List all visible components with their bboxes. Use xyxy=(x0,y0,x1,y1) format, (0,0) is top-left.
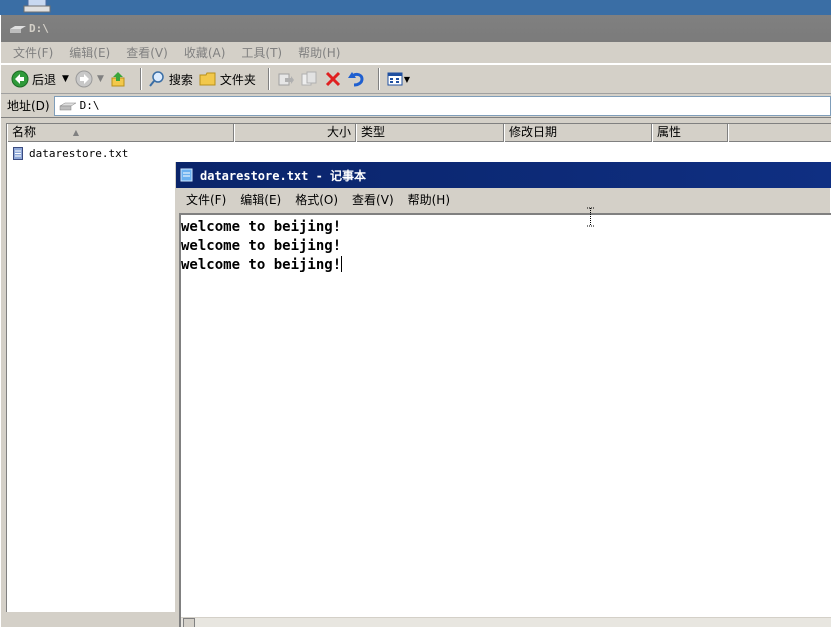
menu-view[interactable]: 查看(V) xyxy=(126,44,168,61)
address-value: D:\ xyxy=(79,99,100,112)
menu-help[interactable]: 帮助(H) xyxy=(298,44,340,61)
copy-to-button[interactable] xyxy=(300,70,318,88)
column-header-type[interactable]: 类型 xyxy=(356,124,504,142)
list-header: 名称 ▲ 大小 类型 修改日期 属性 xyxy=(7,124,831,142)
notepad-title: datarestore.txt - 记事本 xyxy=(200,168,367,183)
menu-file[interactable]: 文件(F) xyxy=(13,44,53,61)
views-button[interactable]: ▼ xyxy=(386,70,410,88)
text-line: welcome to beijing! xyxy=(181,238,342,254)
text-line-last: welcome to beijing! xyxy=(181,256,831,275)
sort-ascending-icon: ▲ xyxy=(72,128,79,137)
views-dropdown-icon[interactable]: ▼ xyxy=(404,75,410,84)
move-to-icon xyxy=(278,73,294,86)
move-to-button[interactable] xyxy=(276,70,294,88)
forward-button[interactable]: ▼ xyxy=(75,70,104,88)
back-button[interactable]: 后退 ▼ xyxy=(11,70,69,88)
undo-icon xyxy=(347,72,364,87)
explorer-titlebar[interactable]: D:\ xyxy=(1,15,831,42)
text-line: welcome to beijing! xyxy=(181,257,342,273)
toolbar-separator xyxy=(139,68,142,90)
notepad-menu-view[interactable]: 查看(V) xyxy=(352,191,394,208)
file-list-item[interactable]: datarestore.txt xyxy=(13,147,128,160)
column-header-name[interactable]: 名称 ▲ xyxy=(7,124,234,142)
column-header-filler xyxy=(728,124,831,142)
explorer-menubar: 文件(F) 编辑(E) 查看(V) 收藏(A) 工具(T) 帮助(H) xyxy=(1,42,831,64)
forward-dropdown-icon[interactable]: ▼ xyxy=(97,74,104,84)
horizontal-scrollbar[interactable] xyxy=(181,617,831,627)
address-input[interactable]: D:\ xyxy=(53,95,831,116)
menu-edit[interactable]: 编辑(E) xyxy=(69,44,110,61)
toolbar-separator xyxy=(267,68,270,90)
notepad-menubar: 文件(F) 编辑(E) 格式(O) 查看(V) 帮助(H) xyxy=(176,188,831,210)
text-line: welcome to beijing! xyxy=(181,219,342,235)
search-button[interactable]: 搜索 xyxy=(148,70,193,88)
address-bar: 地址(D) D:\ xyxy=(1,94,831,118)
notepad-window: datarestore.txt - 记事本 文件(F) 编辑(E) 格式(O) … xyxy=(175,162,831,627)
undo-button[interactable] xyxy=(347,70,366,88)
back-dropdown-icon[interactable]: ▼ xyxy=(62,74,69,84)
notepad-titlebar[interactable]: datarestore.txt - 记事本 xyxy=(176,162,831,188)
delete-icon xyxy=(325,71,340,87)
search-icon xyxy=(149,71,164,87)
up-folder-button[interactable] xyxy=(110,70,128,88)
folders-button[interactable]: 文件夹 xyxy=(199,70,256,88)
desktop xyxy=(0,0,831,15)
back-label: 后退 xyxy=(32,72,57,87)
column-header-modified[interactable]: 修改日期 xyxy=(504,124,652,142)
my-computer-icon[interactable] xyxy=(18,0,58,14)
folder-icon xyxy=(199,72,216,86)
notepad-menu-file[interactable]: 文件(F) xyxy=(186,191,226,208)
ibeam-cursor-icon xyxy=(587,207,594,227)
text-file-icon xyxy=(13,147,23,160)
explorer-toolbar: 后退 ▼ ▼ 搜索 文件夹 ▼ xyxy=(1,64,831,94)
up-folder-icon xyxy=(111,72,125,87)
notepad-icon xyxy=(180,168,193,182)
delete-button[interactable] xyxy=(324,70,342,88)
copy-to-icon xyxy=(301,71,317,86)
notepad-menu-help[interactable]: 帮助(H) xyxy=(408,191,450,208)
drive-icon xyxy=(58,102,77,110)
scroll-left-arrow[interactable] xyxy=(183,618,195,627)
back-arrow-icon xyxy=(11,70,29,88)
notepad-text-area[interactable]: welcome to beijing! welcome to beijing! we… xyxy=(179,213,831,627)
menu-tools[interactable]: 工具(T) xyxy=(241,44,282,61)
column-header-attributes[interactable]: 属性 xyxy=(652,124,728,142)
notepad-content: welcome to beijing! welcome to beijing! we… xyxy=(181,215,831,275)
explorer-title: D:\ xyxy=(29,22,49,35)
address-label: 地址(D) xyxy=(7,99,50,113)
toolbar-separator xyxy=(377,68,380,90)
views-icon xyxy=(387,72,403,86)
column-header-size[interactable]: 大小 xyxy=(234,124,356,142)
forward-arrow-icon xyxy=(75,70,93,88)
notepad-menu-format[interactable]: 格式(O) xyxy=(295,191,338,208)
file-name: datarestore.txt xyxy=(29,147,129,160)
drive-icon xyxy=(10,25,26,33)
text-caret xyxy=(341,256,343,272)
search-label: 搜索 xyxy=(168,72,193,87)
notepad-menu-edit[interactable]: 编辑(E) xyxy=(240,191,281,208)
folders-label: 文件夹 xyxy=(219,72,256,87)
column-name-label: 名称 xyxy=(12,125,37,139)
menu-favorites[interactable]: 收藏(A) xyxy=(184,44,226,61)
